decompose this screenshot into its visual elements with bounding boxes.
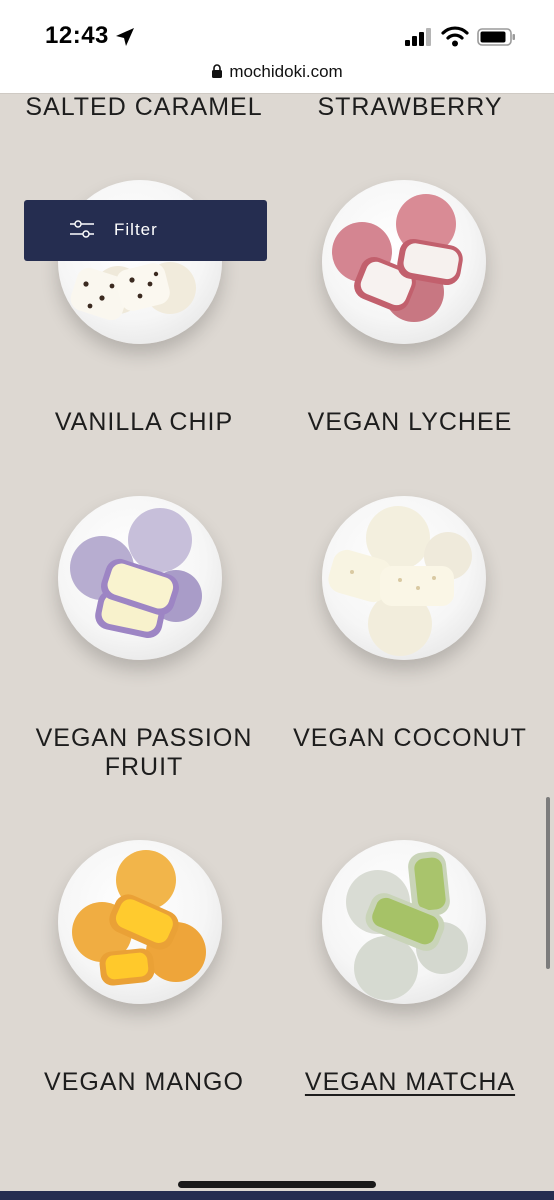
product-image-strawberry[interactable] bbox=[322, 180, 486, 344]
product-name-vanilla-chip[interactable]: VANILLA CHIP bbox=[6, 408, 282, 437]
location-arrow-icon bbox=[116, 28, 134, 46]
cellular-signal-icon bbox=[405, 28, 431, 46]
url-display[interactable]: mochidoki.com bbox=[0, 62, 554, 82]
product-image-vegan-mango[interactable] bbox=[58, 840, 222, 1004]
status-bar: 12:43 bbox=[0, 0, 554, 60]
product-name-vegan-lychee[interactable]: VEGAN LYCHEE bbox=[272, 408, 548, 437]
product-image-vegan-matcha[interactable] bbox=[322, 840, 486, 1004]
product-name-vegan-matcha[interactable]: VEGAN MATCHA bbox=[272, 1068, 548, 1097]
battery-icon bbox=[477, 28, 515, 46]
product-name-vegan-coconut[interactable]: VEGAN COCONUT bbox=[272, 724, 548, 753]
product-name-line-1: VEGAN PASSION bbox=[35, 724, 253, 752]
product-name-line-2: FRUIT bbox=[104, 753, 184, 781]
product-name-vegan-passion-fruit[interactable]: VEGAN PASSION FRUIT bbox=[6, 724, 282, 782]
product-name-link[interactable]: VEGAN MATCHA bbox=[305, 1068, 515, 1096]
status-time: 12:43 bbox=[45, 22, 109, 49]
product-image-vegan-lychee[interactable] bbox=[322, 496, 486, 660]
wifi-icon bbox=[441, 26, 469, 47]
sliders-icon bbox=[70, 220, 94, 238]
address-bar[interactable]: mochidoki.com bbox=[0, 56, 554, 94]
url-text: mochidoki.com bbox=[229, 62, 343, 81]
lock-icon bbox=[212, 64, 223, 78]
product-image-vegan-passion-fruit[interactable] bbox=[58, 496, 222, 660]
filter-button[interactable]: Filter bbox=[24, 200, 267, 261]
product-name-salted-caramel[interactable]: SALTED CARAMEL bbox=[6, 93, 282, 122]
home-indicator[interactable] bbox=[178, 1181, 376, 1188]
bottom-nav-strip bbox=[0, 1191, 554, 1200]
page-scrollbar[interactable] bbox=[546, 797, 550, 969]
product-name-strawberry[interactable]: STRAWBERRY bbox=[272, 93, 548, 122]
filter-label: Filter bbox=[114, 220, 158, 239]
product-name-vegan-mango[interactable]: VEGAN MANGO bbox=[6, 1068, 282, 1097]
